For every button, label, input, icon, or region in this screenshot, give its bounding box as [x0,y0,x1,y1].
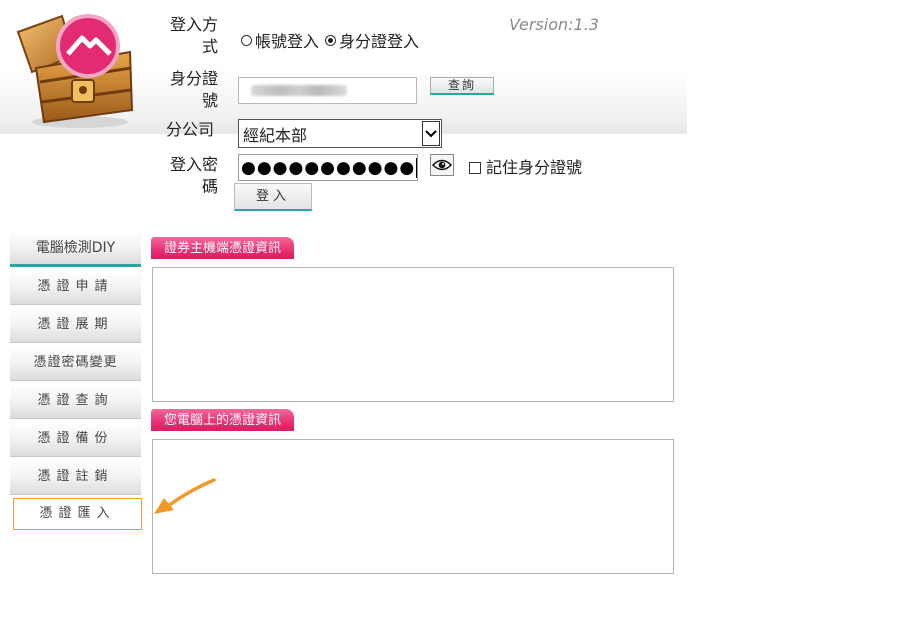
version-label: Version:1.3 [509,15,599,34]
login-method-radio-group: 帳號登入 身分證登入 [241,28,425,52]
treasure-chest-logo [16,14,134,128]
host-cert-info-box [152,267,674,402]
id-number-input[interactable] [238,77,417,104]
pointer-arrow-icon [154,478,216,514]
password-label: 登入密碼 [169,155,218,196]
query-button[interactable]: 查詢 [430,77,494,95]
text-caret [416,157,417,178]
sidebar-menu: 電腦檢測DIY 憑證申請 憑證展期 憑證密碼變更 憑證查詢 憑證備份 憑證註銷 … [10,230,142,533]
obscured-id-value [251,85,347,96]
radio-account-login[interactable] [241,34,252,46]
pc-cert-info-tab: 您電腦上的憑證資訊 [151,409,295,431]
password-input[interactable]: ●●●●●●●●●●● [238,154,418,181]
sidebar-item-pc-check-diy[interactable]: 電腦檢測DIY [10,230,141,267]
password-masked-value: ●●●●●●●●●●● [241,157,416,178]
radio-account-login-label[interactable]: 帳號登入 [255,28,319,52]
host-cert-info-tab: 證券主機端憑證資訊 [151,237,295,259]
branch-label: 分公司 [166,120,215,139]
branch-selected-value: 經紀本部 [243,125,308,145]
login-method-label: 登入方式 [169,15,218,56]
pc-cert-info-box [152,439,674,574]
sidebar-item-cert-import[interactable]: 憑證匯入 [13,498,142,530]
sidebar-item-cert-query[interactable]: 憑證查詢 [10,384,141,419]
sidebar-item-cert-password-change[interactable]: 憑證密碼變更 [10,346,141,381]
remember-id-row: 記住身分證號 [469,154,582,178]
chevron-down-icon[interactable] [422,121,440,146]
remember-id-label[interactable]: 記住身分證號 [486,154,582,178]
eye-icon [432,159,452,171]
show-password-button[interactable] [430,154,454,176]
remember-id-checkbox[interactable] [469,161,481,174]
radio-id-login-label[interactable]: 身分證登入 [339,28,419,52]
branch-select[interactable]: 經紀本部 [238,119,442,148]
id-number-label: 身分證號 [169,69,218,110]
radio-id-login[interactable] [325,34,337,46]
sidebar-item-cert-apply[interactable]: 憑證申請 [10,270,141,305]
login-button[interactable]: 登入 [234,183,312,211]
sidebar-item-cert-revoke[interactable]: 憑證註銷 [10,460,141,495]
sidebar-item-cert-renew[interactable]: 憑證展期 [10,308,141,343]
sidebar-item-cert-backup[interactable]: 憑證備份 [10,422,141,457]
